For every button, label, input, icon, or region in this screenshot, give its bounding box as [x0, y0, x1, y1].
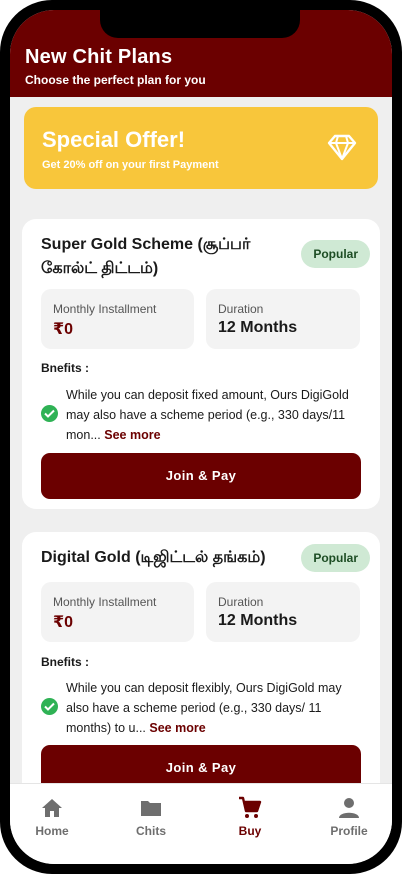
- nav-item-buy[interactable]: Buy: [205, 796, 295, 838]
- popular-badge: Popular: [301, 544, 370, 572]
- nav-label: Home: [35, 824, 69, 838]
- benefits-label: Bnefits :: [41, 655, 89, 669]
- plan-card: Digital Gold (டிஜிட்டல் தங்கம்) Popular …: [22, 532, 380, 783]
- nav-item-profile[interactable]: Profile: [304, 796, 392, 838]
- plans-list[interactable]: Special Offer! Get 20% off on your first…: [10, 97, 392, 783]
- nav-item-chits[interactable]: Chits: [106, 796, 196, 838]
- person-icon: [339, 798, 359, 818]
- benefit-text: While you can deposit fixed amount, Ours…: [66, 385, 358, 445]
- cart-icon: [239, 796, 262, 818]
- phone-frame: New Chit Plans Choose the perfect plan f…: [0, 0, 402, 874]
- installment-label: Monthly Installment: [53, 595, 157, 609]
- plan-title: Digital Gold (டிஜிட்டல் தங்கம்): [41, 549, 266, 566]
- benefit-text: While you can deposit flexibly, Ours Dig…: [66, 678, 358, 738]
- installment-box: Monthly Installment ₹0: [41, 289, 194, 349]
- nav-item-home[interactable]: Home: [10, 796, 97, 838]
- installment-value: ₹0: [53, 321, 74, 338]
- diamond-icon: [327, 134, 357, 161]
- see-more-link[interactable]: See more: [149, 721, 205, 735]
- join-pay-button[interactable]: Join & Pay: [41, 453, 361, 499]
- nav-label: Profile: [330, 824, 368, 838]
- duration-label: Duration: [218, 302, 264, 316]
- plan-title: Super Gold Scheme (சூப்பர் கோல்ட் திட்டம…: [41, 236, 251, 277]
- app-screen: New Chit Plans Choose the perfect plan f…: [10, 10, 392, 864]
- special-offer-banner[interactable]: Special Offer! Get 20% off on your first…: [24, 107, 378, 189]
- device-notch: [100, 10, 300, 38]
- installment-box: Monthly Installment ₹0: [41, 582, 194, 642]
- join-pay-button[interactable]: Join & Pay: [41, 745, 361, 783]
- installment-value: ₹0: [53, 614, 74, 631]
- duration-box: Duration 12 Months: [206, 582, 360, 642]
- home-icon: [42, 799, 62, 817]
- duration-label: Duration: [218, 595, 264, 609]
- benefits-label: Bnefits :: [41, 361, 89, 375]
- plan-card: Super Gold Scheme (சூப்பர் கோல்ட் திட்டம…: [22, 219, 380, 509]
- installment-label: Monthly Installment: [53, 302, 157, 316]
- duration-box: Duration 12 Months: [206, 289, 360, 349]
- duration-value: 12 Months: [218, 319, 298, 336]
- check-circle-icon: [41, 405, 58, 422]
- see-more-link[interactable]: See more: [104, 428, 160, 442]
- popular-badge: Popular: [301, 240, 370, 268]
- page-subtitle: Choose the perfect plan for you: [25, 73, 206, 87]
- check-circle-icon: [41, 698, 58, 715]
- nav-label: Chits: [136, 824, 166, 838]
- folder-icon: [141, 801, 161, 816]
- duration-value: 12 Months: [218, 612, 298, 629]
- page-title: New Chit Plans: [25, 46, 173, 68]
- bottom-navigation: Home Chits Buy Profile: [10, 783, 392, 864]
- nav-label: Buy: [238, 824, 262, 838]
